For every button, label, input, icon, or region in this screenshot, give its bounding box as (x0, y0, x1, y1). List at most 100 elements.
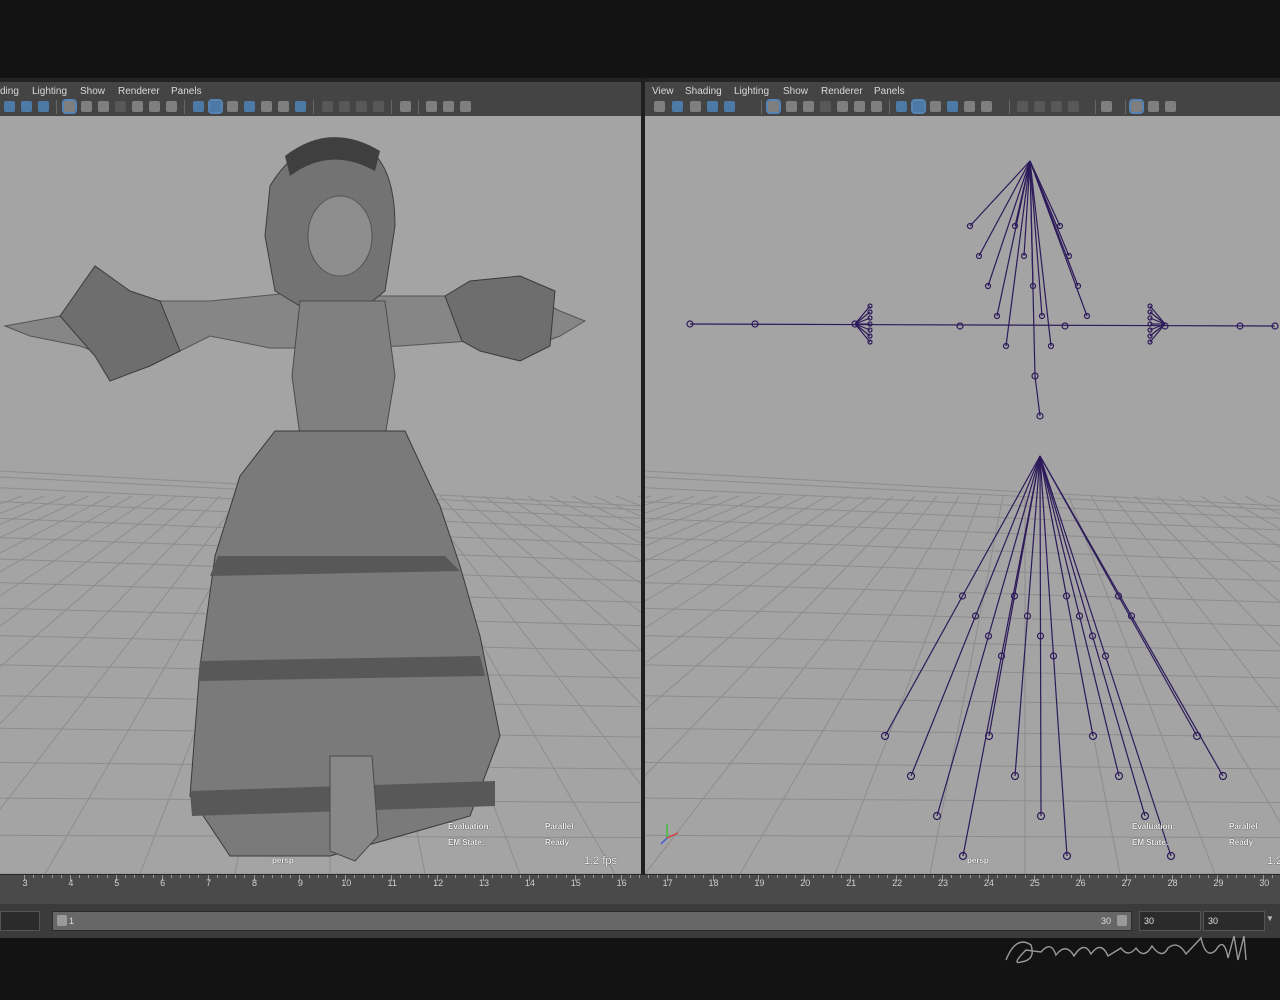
motion-blur-icon[interactable] (1017, 101, 1028, 112)
time-tick-label: 5 (114, 878, 120, 888)
hud-evaluation-label: Evaluation: (1132, 822, 1176, 831)
time-tick-label: 17 (662, 878, 673, 888)
time-tick-label: 9 (297, 878, 303, 888)
time-tick-label: 26 (1075, 878, 1086, 888)
time-tick-label: 19 (754, 878, 765, 888)
view-axis-gizmo (660, 824, 679, 845)
four-views-icon[interactable] (460, 101, 471, 112)
field-chart-icon[interactable] (837, 101, 848, 112)
time-tick-label: 22 (892, 878, 903, 888)
single-view-icon[interactable] (426, 101, 437, 112)
four-views-icon[interactable] (1165, 101, 1176, 112)
camera-icon[interactable] (654, 101, 665, 112)
select-camera-icon[interactable] (4, 101, 15, 112)
grid-toggle-icon[interactable] (766, 99, 781, 114)
playback-range-slider[interactable]: 1 30 (52, 911, 1132, 931)
two-views-icon[interactable] (1148, 101, 1159, 112)
time-tick-label: 3 (22, 878, 28, 888)
resolution-gate-icon[interactable] (98, 101, 109, 112)
xray-icon[interactable] (373, 101, 384, 112)
character-model (3, 137, 587, 862)
viewport-panel-right: View Shading Lighting Show Renderer Pane… (645, 78, 1280, 874)
ambient-occlusion-icon[interactable] (295, 101, 306, 112)
camera-label: persp (272, 856, 294, 865)
default-lighting-icon[interactable] (227, 101, 238, 112)
use-all-lights-icon[interactable] (261, 101, 272, 112)
ground-grid (645, 470, 1280, 874)
viewport-3d-right[interactable]: persp Evaluation: Parallel EM State: Rea… (645, 116, 1280, 874)
field-chart-icon[interactable] (132, 101, 143, 112)
wireframe-icon[interactable] (193, 101, 204, 112)
smooth-shade-icon[interactable] (911, 99, 926, 114)
range-menu-arrow-icon[interactable]: ▼ (1266, 914, 1274, 923)
time-tick-label: 12 (433, 878, 444, 888)
safe-action-icon[interactable] (149, 101, 160, 112)
anti-aliasing-icon[interactable] (1034, 101, 1045, 112)
time-tick-label: 18 (708, 878, 719, 888)
bookmark-icon[interactable] (690, 101, 701, 112)
animation-start-field[interactable] (0, 911, 40, 931)
time-tick-label: 4 (68, 878, 74, 888)
textured-icon[interactable] (947, 101, 958, 112)
film-gate-icon[interactable] (786, 101, 797, 112)
time-tick-label: 11 (387, 878, 397, 888)
time-tick-label: 21 (846, 878, 857, 888)
safe-action-icon[interactable] (854, 101, 865, 112)
motion-blur-icon[interactable] (322, 101, 333, 112)
animation-end-field[interactable]: 30 (1203, 911, 1265, 931)
wireframe-icon[interactable] (896, 101, 907, 112)
camera-attributes-icon[interactable] (21, 101, 32, 112)
hud-evaluation-value: Parallel (545, 822, 574, 831)
two-d-pan-zoom-icon[interactable] (724, 101, 735, 112)
gate-mask-icon[interactable] (115, 101, 126, 112)
depth-of-field-icon[interactable] (1051, 101, 1062, 112)
grid-toggle-icon[interactable] (62, 99, 77, 114)
shadows-icon[interactable] (981, 101, 992, 112)
range-end-value: 30 (1100, 916, 1111, 926)
time-slider[interactable]: 3 4 5 6 7 8 9 10 11 12 13 14 15 16 17 18 19 20 21 22 23 24 25 2… (0, 874, 1280, 905)
hud-evaluation-value: Parallel (1229, 822, 1258, 831)
time-tick-label: 23 (937, 878, 949, 888)
safe-title-icon[interactable] (871, 101, 882, 112)
two-views-icon[interactable] (443, 101, 454, 112)
panel-toolbar (0, 98, 641, 117)
time-tick-label: 25 (1029, 878, 1040, 888)
time-tick-label: 8 (251, 878, 258, 888)
hud-em-state-value: Ready (1229, 838, 1254, 847)
fps-readout: 1.2 (1267, 855, 1280, 867)
hud-evaluation-label: Evaluation: (448, 822, 492, 831)
isolate-select-icon[interactable] (400, 101, 411, 112)
time-tick-label: 20 (800, 878, 811, 888)
grid-and-skeleton-canvas (645, 160, 1280, 874)
viewport-3d-left[interactable]: persp Evaluation: Parallel EM State: Rea… (0, 116, 641, 874)
use-all-lights-icon[interactable] (964, 101, 975, 112)
anti-aliasing-icon[interactable] (339, 101, 350, 112)
textured-icon[interactable] (244, 101, 255, 112)
range-end-handle[interactable] (1117, 915, 1127, 926)
single-view-icon[interactable] (1129, 99, 1144, 114)
gate-mask-icon[interactable] (820, 101, 831, 112)
time-tick-label: 29 (1213, 878, 1224, 888)
time-tick-label: 24 (983, 878, 994, 888)
range-start-handle[interactable] (57, 915, 67, 926)
smooth-shade-icon[interactable] (208, 99, 223, 114)
film-gate-icon[interactable] (81, 101, 92, 112)
fps-readout: 1.2 fps (584, 855, 618, 867)
resolution-gate-icon[interactable] (803, 101, 814, 112)
image-plane-icon[interactable] (707, 101, 718, 112)
time-tick-label: 27 (1121, 878, 1132, 888)
playback-end-field[interactable]: 30 (1139, 911, 1201, 931)
xray-icon[interactable] (1068, 101, 1079, 112)
hud-em-state-value: Ready (545, 838, 570, 847)
time-tick-label: 15 (570, 878, 581, 888)
hud-em-state-label: EM State: (1132, 838, 1169, 847)
shadows-icon[interactable] (278, 101, 289, 112)
time-tick-label: 10 (341, 878, 352, 888)
bookmark-icon[interactable] (38, 101, 49, 112)
isolate-select-icon[interactable] (1101, 101, 1112, 112)
default-lighting-icon[interactable] (930, 101, 941, 112)
safe-title-icon[interactable] (166, 101, 177, 112)
camera-attributes-icon[interactable] (672, 101, 683, 112)
depth-of-field-icon[interactable] (356, 101, 367, 112)
window-top-bar (0, 0, 1280, 78)
